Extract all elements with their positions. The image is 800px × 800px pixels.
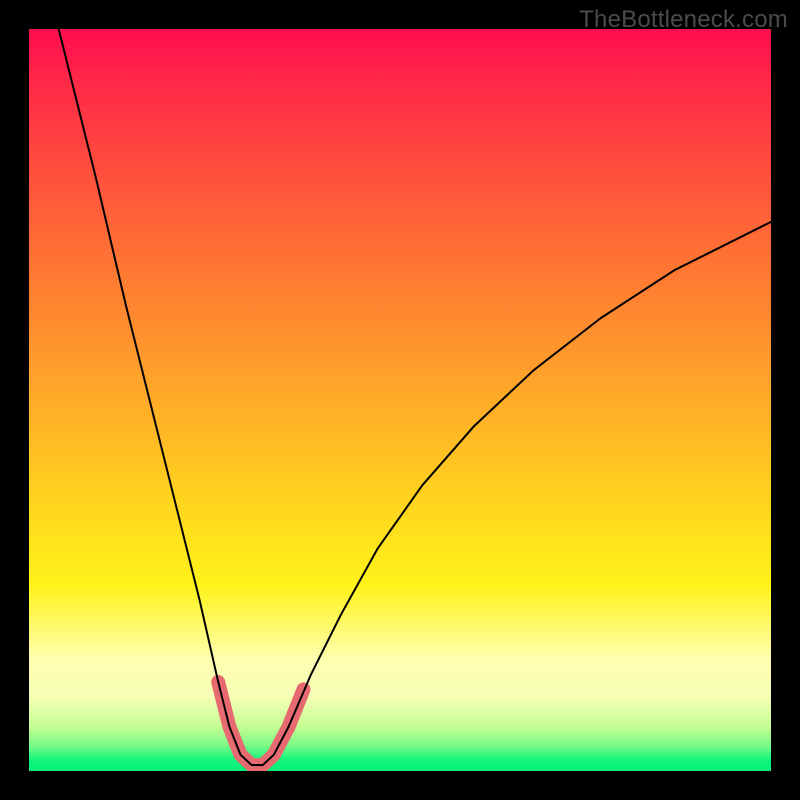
watermark-text: TheBottleneck.com (579, 6, 788, 34)
curve-layer (29, 29, 771, 771)
main-curve (59, 29, 771, 765)
plot-area (29, 29, 771, 771)
chart-frame: TheBottleneck.com (0, 0, 800, 800)
